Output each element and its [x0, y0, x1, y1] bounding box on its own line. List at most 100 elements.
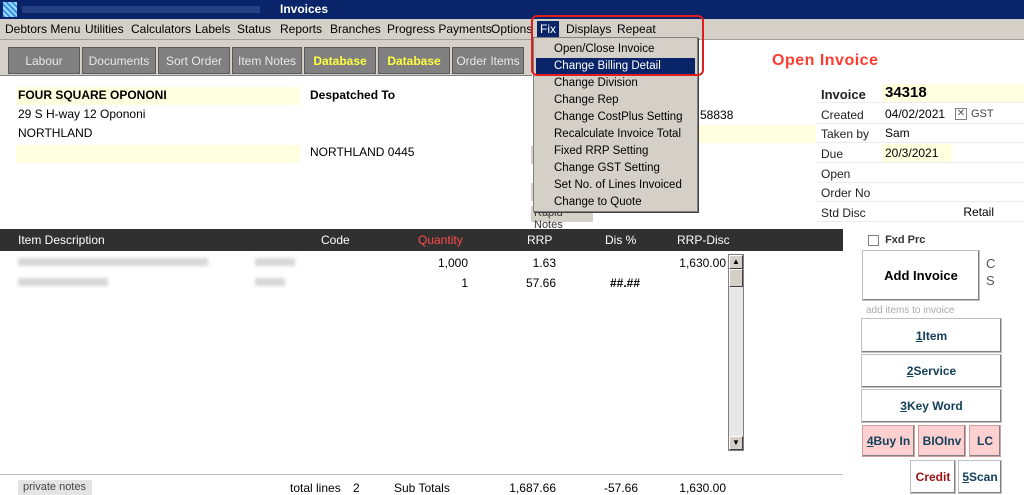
tab-order-items[interactable]: Order Items: [452, 47, 524, 74]
item-button[interactable]: 1 Item: [861, 318, 1002, 353]
key-word-button[interactable]: 3 Key Word: [861, 389, 1002, 423]
rrp-total: 1,687.66: [509, 481, 556, 495]
tab-database-1[interactable]: Database: [304, 47, 376, 74]
redacted-title-text: [22, 6, 260, 13]
sub-totals-label: Sub Totals: [394, 481, 450, 495]
tab-item-notes[interactable]: Item Notes: [232, 47, 302, 74]
menu-change-division[interactable]: Change Division: [536, 75, 695, 92]
bioinv-button[interactable]: BIOInv: [918, 425, 966, 457]
scroll-down-icon[interactable]: ▼: [729, 436, 743, 450]
scroll-thumb[interactable]: [729, 269, 743, 287]
billing-address-2[interactable]: NORTHLAND: [18, 126, 92, 140]
title-bar: Invoices: [0, 0, 1024, 19]
row2-code-redacted: [255, 278, 285, 286]
despatch-region[interactable]: NORTHLAND 0445: [310, 145, 414, 159]
highlight-annotation: [531, 15, 704, 76]
menu-debtors[interactable]: Debtors Menu: [2, 21, 83, 37]
col-item-description[interactable]: Item Description: [18, 233, 105, 247]
due-label: Due: [821, 147, 844, 161]
add-invoice-button[interactable]: Add Invoice: [862, 250, 980, 301]
buy-in-button[interactable]: 4 Buy In: [862, 425, 915, 457]
order-no-label: Order No: [821, 186, 871, 200]
col-rrp[interactable]: RRP: [527, 233, 552, 247]
tab-sort-order[interactable]: Sort Order: [158, 47, 230, 74]
col-rrp-disc[interactable]: RRP-Disc: [677, 233, 730, 247]
menu-options[interactable]: Options: [488, 21, 535, 37]
row2-dis[interactable]: ##.##: [590, 276, 640, 290]
invoice-number: 34318: [882, 84, 1024, 102]
menu-fixed-rrp-setting[interactable]: Fixed RRP Setting: [536, 143, 695, 160]
std-disc-label: Std Disc: [821, 206, 866, 220]
cs-s-label: S: [986, 273, 995, 288]
tab-labour[interactable]: Labour: [8, 47, 80, 74]
row1-code-redacted: [255, 258, 295, 266]
fixed-price-label: Fxd Prc: [885, 234, 926, 246]
row2-qty[interactable]: 1: [420, 276, 468, 290]
total-lines-label: total lines: [290, 481, 341, 495]
taken-by-label: Taken by: [821, 127, 870, 141]
open-label: Open: [821, 167, 851, 181]
cs-c-label: C: [986, 256, 996, 271]
toolbar: Labour Documents Sort Order Item Notes D…: [0, 40, 532, 76]
grid-header: Item Description Code Quantity RRP Dis %…: [0, 229, 843, 251]
created-label: Created: [821, 108, 864, 122]
fixed-price-toggle[interactable]: Fxd Prc: [868, 234, 925, 246]
gst-checkbox[interactable]: ✕: [955, 108, 967, 120]
menu-utilities[interactable]: Utilities: [82, 21, 127, 37]
despatch-heading: Despatched To: [310, 88, 396, 102]
lc-button[interactable]: LC: [969, 425, 1001, 457]
gst-label: GST: [971, 108, 994, 120]
add-items-hint: add items to invoice: [866, 305, 955, 316]
menu-change-rep[interactable]: Change Rep: [536, 92, 695, 109]
add-invoice-label: Add Invoice: [884, 268, 958, 283]
billing-address-1[interactable]: 29 S H-way 12 Opononi: [18, 107, 145, 121]
window-title: Invoices: [280, 2, 329, 16]
menu-reports[interactable]: Reports: [277, 21, 325, 37]
rrp-disc-total: 1,630.00: [679, 481, 726, 495]
totals-footer: private notes total lines 2 Sub Totals 1…: [0, 474, 843, 495]
menu-status[interactable]: Status: [234, 21, 274, 37]
scroll-up-icon[interactable]: ▲: [729, 255, 743, 269]
tab-documents[interactable]: Documents: [82, 47, 156, 74]
billing-address-3[interactable]: [16, 145, 300, 163]
col-quantity[interactable]: Quantity: [418, 233, 463, 247]
billing-name: FOUR SQUARE OPONONI: [18, 88, 167, 102]
menu-branches[interactable]: Branches: [327, 21, 384, 37]
row1-qty[interactable]: 1,000: [420, 256, 468, 270]
service-button[interactable]: 2 Service: [861, 354, 1002, 388]
row1-rrp[interactable]: 1.63: [510, 256, 556, 270]
private-notes-button[interactable]: private notes: [18, 480, 92, 495]
menu-calculators[interactable]: Calculators: [128, 21, 194, 37]
row2-description-redacted: [18, 278, 108, 286]
menu-change-costplus-setting[interactable]: Change CostPlus Setting: [536, 109, 695, 126]
col-dis[interactable]: Dis %: [605, 233, 636, 247]
due-date[interactable]: 20/3/2021: [882, 144, 952, 162]
total-lines-value: 2: [353, 481, 360, 495]
dis-total: -57.66: [603, 481, 638, 495]
row2-rrp[interactable]: 57.66: [510, 276, 556, 290]
menu-progress-payments[interactable]: Progress Payments: [384, 21, 495, 37]
menu-recalculate-invoice-total[interactable]: Recalculate Invoice Total: [536, 126, 695, 143]
fixed-price-checkbox[interactable]: [868, 234, 879, 246]
row1-rrp-disc[interactable]: 1,630.00: [650, 256, 726, 270]
col-code[interactable]: Code: [321, 233, 350, 247]
open-invoice-heading: Open Invoice: [772, 52, 879, 69]
row1-description-redacted: [18, 258, 208, 266]
despatch-extra-field[interactable]: [698, 125, 816, 143]
invoice-label: Invoice: [821, 87, 866, 102]
menu-change-gst-setting[interactable]: Change GST Setting: [536, 160, 695, 177]
scan-button[interactable]: 5 Scan: [958, 460, 1002, 494]
menu-bar: Debtors Menu Utilities Calculators Label…: [0, 19, 1024, 40]
tab-database-2[interactable]: Database: [378, 47, 450, 74]
app-icon: [3, 2, 17, 17]
grid-scrollbar[interactable]: ▲ ▼: [728, 254, 744, 451]
taken-by-value[interactable]: Sam: [882, 124, 1024, 142]
invoice-details-panel: Invoice 34318 Created 04/02/2021 ✕ GST T…: [817, 84, 1024, 226]
created-date[interactable]: 04/02/2021: [882, 105, 1024, 123]
despatch-phone: 58838: [700, 108, 734, 122]
menu-change-to-quote[interactable]: Change to Quote: [536, 194, 695, 211]
menu-set-lines-invoiced[interactable]: Set No. of Lines Invoiced: [536, 177, 695, 194]
std-disc-value[interactable]: Retail: [882, 203, 1024, 221]
menu-labels[interactable]: Labels: [192, 21, 233, 37]
credit-button[interactable]: Credit: [910, 460, 956, 494]
